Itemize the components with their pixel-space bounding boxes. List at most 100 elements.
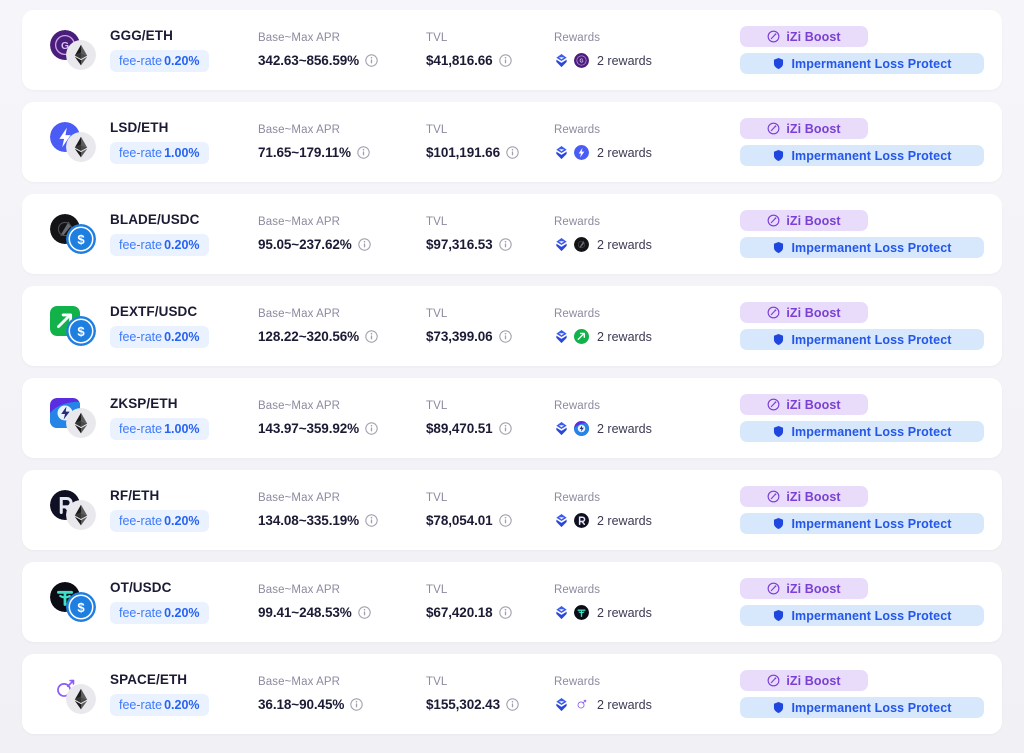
fee-rate-label: fee-rate [119,238,162,252]
rewards-value-row[interactable]: 2 rewards [554,605,684,620]
apr-column: Base~Max APR36.18~90.45% [258,676,426,712]
token-pair-icons: G [50,27,108,73]
pool-card[interactable]: SPACE/ETHfee-rate0.20%Base~Max APR36.18~… [22,654,1002,734]
tvl-value: $73,399.06 [426,329,493,344]
rewards-value-row[interactable]: G2 rewards [554,53,684,68]
tvl-column: TVL$97,316.53 [426,216,554,252]
pool-card[interactable]: $DEXTF/USDCfee-rate0.20%Base~Max APR128.… [22,286,1002,366]
izi-boost-badge[interactable]: iZi Boost [740,26,868,47]
token-pair-icons [50,671,108,717]
pool-card[interactable]: $BLADE/USDCfee-rate0.20%Base~Max APR95.0… [22,194,1002,274]
zksp-reward-icon [574,421,589,436]
tvl-info-icon[interactable] [499,238,512,251]
apr-info-icon[interactable] [357,146,370,159]
eth-token-icon [66,40,96,70]
rewards-label: Rewards [554,676,684,688]
tvl-label: TVL [426,676,554,688]
apr-value: 99.41~248.53% [258,605,352,620]
pool-name-column: GGG/ETHfee-rate0.20% [110,28,258,72]
token-pair-icons [50,119,108,165]
apr-column: Base~Max APR95.05~237.62% [258,216,426,252]
rewards-value-row[interactable]: 2 rewards [554,237,684,252]
pool-badges: iZi Boost Impermanent Loss Protect [740,486,984,534]
shield-icon [772,701,785,714]
pool-card[interactable]: $OT/USDCfee-rate0.20%Base~Max APR99.41~2… [22,562,1002,642]
impermanent-loss-protect-label: Impermanent Loss Protect [791,425,951,439]
apr-info-icon[interactable] [365,54,378,67]
izi-boost-badge[interactable]: iZi Boost [740,302,868,323]
pool-card[interactable]: GGGG/ETHfee-rate0.20%Base~Max APR342.63~… [22,10,1002,90]
rewards-value-row[interactable]: 2 rewards [554,329,684,344]
pool-card[interactable]: RF/ETHfee-rate0.20%Base~Max APR134.08~33… [22,470,1002,550]
izi-boost-badge[interactable]: iZi Boost [740,210,868,231]
tvl-label: TVL [426,584,554,596]
fee-rate-value: 0.20% [164,54,199,68]
izi-boost-badge[interactable]: iZi Boost [740,118,868,139]
impermanent-loss-protect-badge[interactable]: Impermanent Loss Protect [740,237,984,258]
tvl-info-icon[interactable] [499,606,512,619]
tvl-info-icon[interactable] [499,514,512,527]
usdc-token-icon: $ [66,316,96,346]
izi-boost-badge[interactable]: iZi Boost [740,486,868,507]
apr-label: Base~Max APR [258,492,426,504]
rewards-count: 2 rewards [597,514,652,528]
rewards-value-row[interactable]: 2 rewards [554,421,684,436]
svg-text:$: $ [77,232,85,247]
apr-value: 36.18~90.45% [258,697,344,712]
tvl-info-icon[interactable] [506,146,519,159]
tvl-info-icon[interactable] [499,54,512,67]
rewards-value-row[interactable]: 2 rewards [554,697,684,712]
impermanent-loss-protect-badge[interactable]: Impermanent Loss Protect [740,421,984,442]
fee-rate-label: fee-rate [119,146,162,160]
pool-card[interactable]: ZKSP/ETHfee-rate1.00%Base~Max APR143.97~… [22,378,1002,458]
izi-boost-label: iZi Boost [786,122,840,136]
rewards-label: Rewards [554,216,684,228]
izi-reward-icon [554,605,569,620]
rewards-column: Rewards2 rewards [554,124,684,160]
apr-info-icon[interactable] [365,514,378,527]
pool-card[interactable]: LSD/ETHfee-rate1.00%Base~Max APR71.65~17… [22,102,1002,182]
rewards-count: 2 rewards [597,146,652,160]
izi-boost-badge[interactable]: iZi Boost [740,578,868,599]
fee-rate-label: fee-rate [119,514,162,528]
izi-boost-badge[interactable]: iZi Boost [740,670,868,691]
eth-token-icon [66,684,96,714]
gauge-icon [767,582,780,595]
rewards-column: Rewards 2 rewards [554,400,684,436]
impermanent-loss-protect-badge[interactable]: Impermanent Loss Protect [740,605,984,626]
tvl-value: $97,316.53 [426,237,493,252]
fee-rate-pill: fee-rate0.20% [110,510,209,532]
rewards-value-row[interactable]: 2 rewards [554,145,684,160]
impermanent-loss-protect-label: Impermanent Loss Protect [791,57,951,71]
izi-boost-label: iZi Boost [786,490,840,504]
apr-info-icon[interactable] [365,422,378,435]
pool-badges: iZi Boost Impermanent Loss Protect [740,394,984,442]
izi-reward-icon [554,237,569,252]
apr-info-icon[interactable] [358,238,371,251]
impermanent-loss-protect-badge[interactable]: Impermanent Loss Protect [740,697,984,718]
pool-name-column: LSD/ETHfee-rate1.00% [110,120,258,164]
fee-rate-label: fee-rate [119,422,162,436]
izi-boost-badge[interactable]: iZi Boost [740,394,868,415]
tvl-info-icon[interactable] [506,698,519,711]
gauge-icon [767,30,780,43]
apr-info-icon[interactable] [350,698,363,711]
pool-badges: iZi Boost Impermanent Loss Protect [740,210,984,258]
tvl-info-icon[interactable] [499,422,512,435]
impermanent-loss-protect-badge[interactable]: Impermanent Loss Protect [740,329,984,350]
rewards-label: Rewards [554,32,684,44]
space-reward-icon [574,697,589,712]
rewards-value-row[interactable]: 2 rewards [554,513,684,528]
token-pair-icons [50,395,108,441]
impermanent-loss-protect-badge[interactable]: Impermanent Loss Protect [740,53,984,74]
tvl-info-icon[interactable] [499,330,512,343]
fee-rate-value: 0.20% [164,698,199,712]
rf-reward-icon [574,513,589,528]
izi-reward-icon [554,697,569,712]
impermanent-loss-protect-badge[interactable]: Impermanent Loss Protect [740,513,984,534]
impermanent-loss-protect-badge[interactable]: Impermanent Loss Protect [740,145,984,166]
apr-info-icon[interactable] [365,330,378,343]
apr-info-icon[interactable] [358,606,371,619]
token-pair-icons [50,487,108,533]
rewards-label: Rewards [554,400,684,412]
